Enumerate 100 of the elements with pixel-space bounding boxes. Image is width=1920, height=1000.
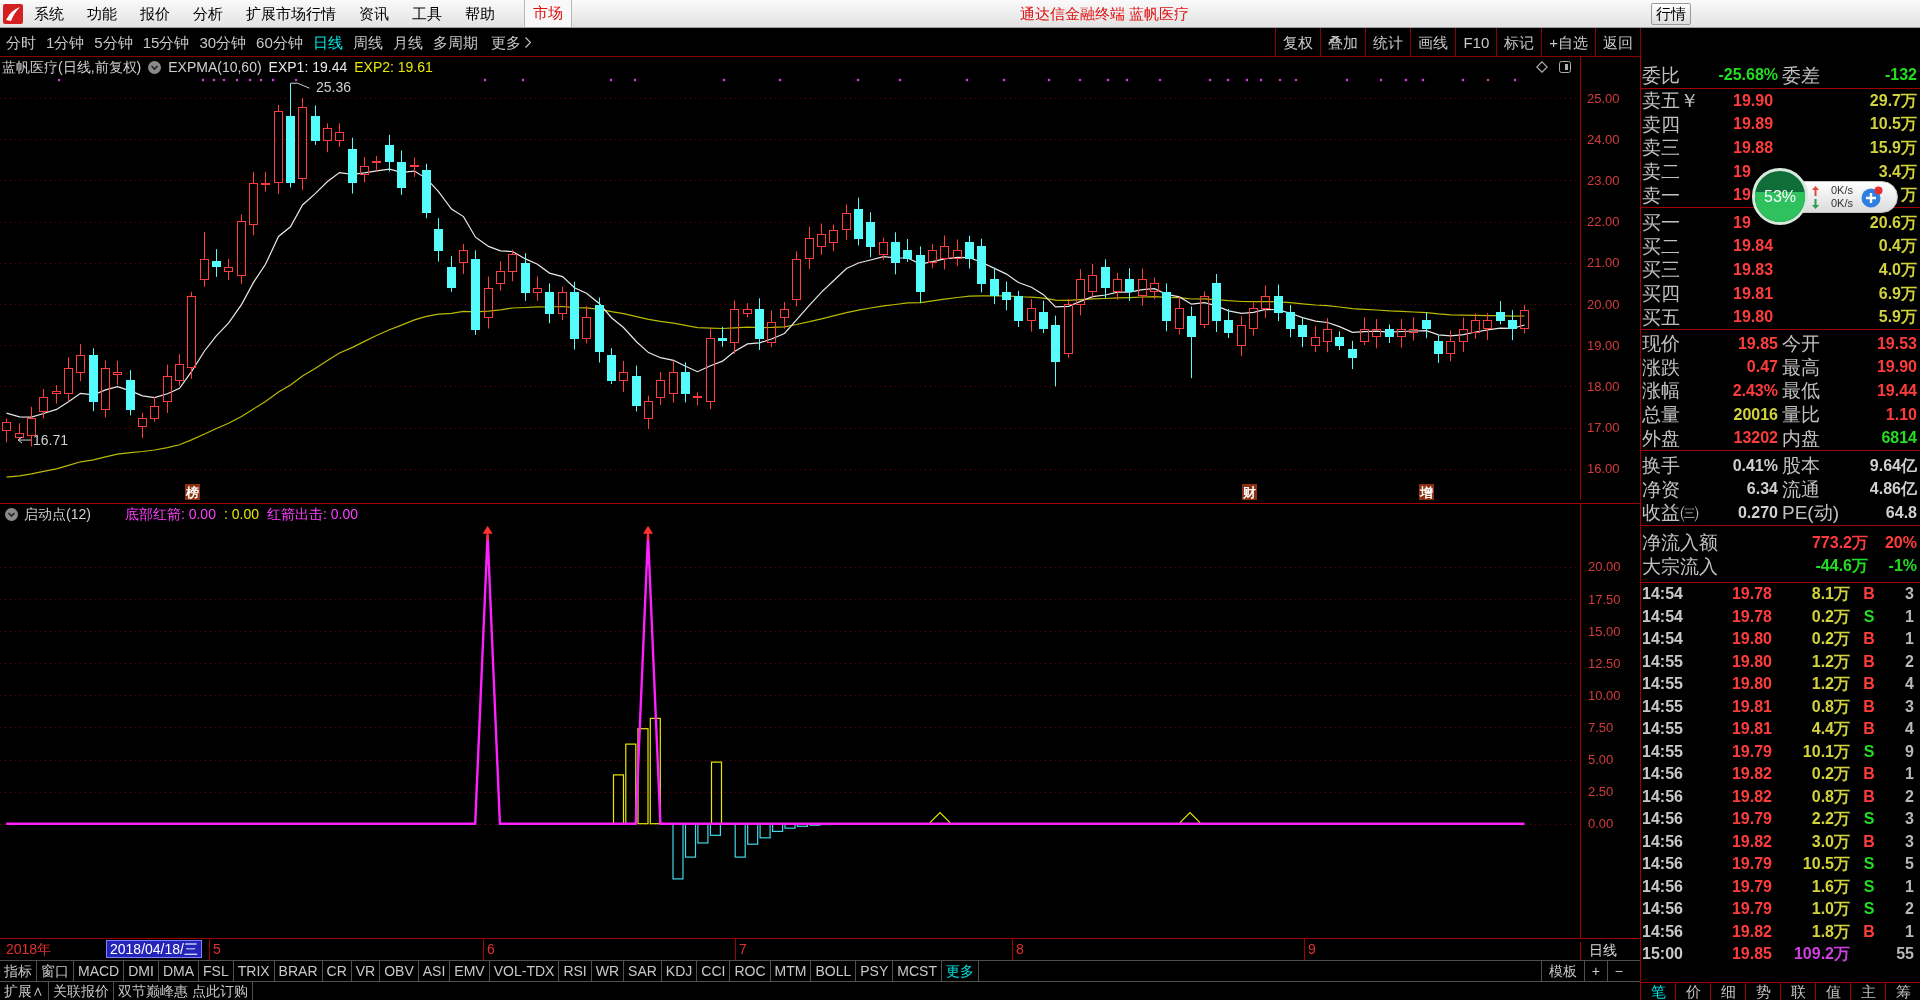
trade-time: 14:55 bbox=[1641, 721, 1684, 738]
quote-value: 6814 bbox=[1881, 430, 1917, 447]
quote-label: 最高 bbox=[1782, 357, 1820, 377]
order-price: 19 bbox=[1733, 187, 1751, 204]
quote-label: 总量 bbox=[1642, 405, 1680, 425]
quote-value: -132 bbox=[1884, 67, 1917, 83]
axis-label: 18.00 bbox=[1587, 379, 1620, 393]
year-label: 2018年 bbox=[6, 942, 52, 956]
quote-label: 净流入额 bbox=[1641, 533, 1718, 553]
order-volume: 万 bbox=[1901, 187, 1917, 204]
trade-count: 3 bbox=[1904, 586, 1915, 603]
order-volume: 3.4万 bbox=[1878, 163, 1917, 180]
trade-time: 14:56 bbox=[1641, 878, 1684, 895]
trade-count: 9 bbox=[1904, 743, 1915, 760]
trade-price: 19.78 bbox=[1730, 608, 1772, 625]
order-volume: 5.9万 bbox=[1878, 309, 1917, 326]
quote-label: 卖二 bbox=[1641, 162, 1681, 182]
trade-count: 5 bbox=[1904, 856, 1915, 873]
axis-label: 0.00 bbox=[1588, 817, 1614, 831]
trade-count: 4 bbox=[1904, 676, 1915, 693]
quote-label: PE(动) bbox=[1782, 503, 1839, 523]
trade-price: 19.81 bbox=[1730, 721, 1772, 738]
trade-price: 19.79 bbox=[1730, 743, 1772, 760]
quote-label: 卖五￥ bbox=[1641, 91, 1700, 111]
trade-time: 14:54 bbox=[1641, 631, 1684, 648]
trade-side: B bbox=[1863, 923, 1875, 940]
quote-value: 1.10 bbox=[1885, 406, 1917, 423]
trade-price: 19.82 bbox=[1730, 833, 1772, 850]
trade-side: S bbox=[1863, 856, 1875, 873]
quote-label: 卖一 bbox=[1641, 185, 1681, 205]
order-price: 19.83 bbox=[1733, 262, 1774, 278]
trade-price: 19.80 bbox=[1730, 653, 1772, 670]
trade-count: 55 bbox=[1895, 946, 1915, 963]
month-label: 7 bbox=[735, 939, 747, 960]
order-price: 19.80 bbox=[1733, 309, 1774, 326]
axis-label: 24.00 bbox=[1587, 132, 1620, 146]
trade-price: 19.80 bbox=[1730, 631, 1772, 648]
quote-label: 卖三 bbox=[1641, 138, 1681, 158]
trade-side: B bbox=[1863, 788, 1875, 805]
trade-time: 14:56 bbox=[1641, 923, 1684, 940]
month-label: 5 bbox=[209, 939, 221, 960]
trade-time: 14:55 bbox=[1641, 653, 1684, 670]
month-label: 6 bbox=[483, 939, 495, 960]
trade-count: 3 bbox=[1904, 811, 1915, 828]
trade-volume: 10.1万 bbox=[1801, 743, 1850, 760]
trade-time: 14:54 bbox=[1641, 608, 1684, 625]
quote-value: 6.34 bbox=[1746, 481, 1778, 498]
quote-value: 19.85 bbox=[1737, 335, 1778, 352]
axis-label: 5.00 bbox=[1588, 753, 1614, 766]
trade-price: 19.85 bbox=[1730, 946, 1772, 963]
trade-side: S bbox=[1863, 878, 1875, 895]
trade-count: 3 bbox=[1904, 698, 1915, 715]
trade-volume: 1.6万 bbox=[1810, 878, 1850, 895]
trade-time: 14:54 bbox=[1641, 586, 1684, 603]
quote-label: 委比 bbox=[1642, 65, 1680, 85]
trade-volume: 8.1万 bbox=[1810, 586, 1850, 603]
trade-time: 14:55 bbox=[1641, 676, 1684, 693]
cursor-date: 2018/04/18/三 bbox=[106, 940, 202, 958]
order-price: 19.90 bbox=[1733, 92, 1774, 109]
trade-count: 2 bbox=[1904, 653, 1915, 670]
trade-count: 2 bbox=[1904, 901, 1915, 918]
trade-count: 1 bbox=[1904, 923, 1915, 940]
trade-time: 14:56 bbox=[1641, 766, 1684, 783]
trade-count: 4 bbox=[1904, 721, 1915, 738]
quote-label: 外盘 bbox=[1642, 428, 1680, 448]
axis-label: 10.00 bbox=[1588, 688, 1621, 702]
trade-volume: 0.2万 bbox=[1810, 766, 1850, 783]
trade-price: 19.78 bbox=[1730, 586, 1772, 603]
order-volume: 15.9万 bbox=[1869, 140, 1917, 156]
indicator-value: : 0.00 bbox=[223, 507, 259, 521]
trade-price: 19.82 bbox=[1730, 788, 1772, 805]
trade-side: S bbox=[1863, 743, 1875, 760]
month-label: 9 bbox=[1304, 939, 1316, 960]
trade-volume: 4.4万 bbox=[1810, 721, 1850, 738]
quote-label: 卖四 bbox=[1641, 114, 1681, 134]
trade-price: 19.79 bbox=[1730, 856, 1772, 873]
quote-value: 19.53 bbox=[1876, 335, 1917, 352]
axis-label: 17.50 bbox=[1588, 592, 1621, 606]
quote-label: 涨跌 bbox=[1642, 357, 1680, 377]
trade-volume: 3.0万 bbox=[1810, 833, 1850, 850]
quote-value: 0.47 bbox=[1746, 359, 1778, 376]
axis-label: 2.50 bbox=[1588, 785, 1614, 799]
indicator-value: 底部红箭: 0.00 bbox=[124, 507, 216, 521]
trade-time: 14:56 bbox=[1641, 811, 1684, 828]
trade-price: 19.79 bbox=[1730, 811, 1772, 828]
trade-price: 19.82 bbox=[1730, 923, 1772, 940]
order-price: 19.84 bbox=[1733, 238, 1774, 255]
flow-value: 773.2万 bbox=[1811, 534, 1868, 551]
low-price-label: 16.71 bbox=[33, 433, 69, 447]
quote-label: 净资 bbox=[1642, 479, 1680, 499]
indicator-name: EXPMA(10,60) bbox=[168, 60, 262, 74]
axis-label: 19.00 bbox=[1587, 338, 1620, 352]
axis-label: 17.00 bbox=[1587, 421, 1620, 435]
quote-label: 内盘 bbox=[1782, 428, 1820, 448]
trade-price: 19.82 bbox=[1730, 766, 1772, 783]
order-price: 19.81 bbox=[1733, 285, 1774, 302]
indicator-value: EXP2: 19.61 bbox=[354, 60, 433, 74]
trade-volume: 1.8万 bbox=[1810, 923, 1850, 940]
trade-side: B bbox=[1863, 698, 1875, 715]
trade-volume: 1.0万 bbox=[1810, 901, 1850, 918]
